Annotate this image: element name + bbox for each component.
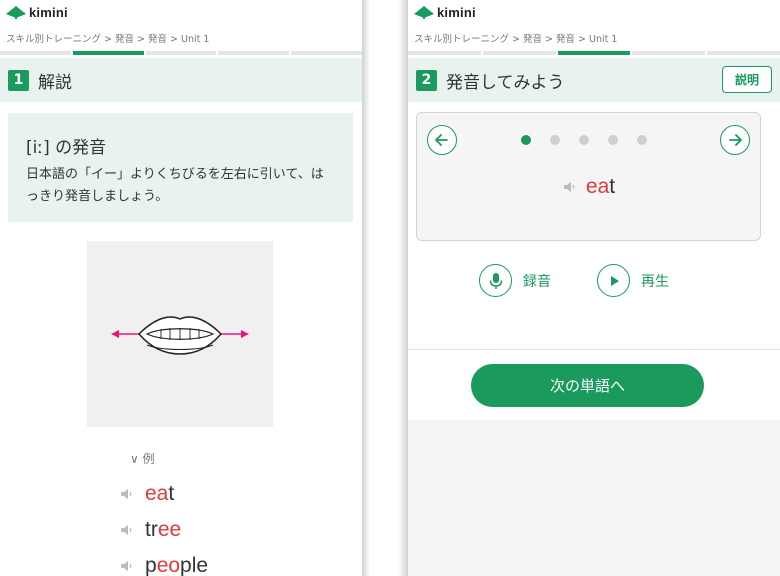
explanation-box: [iː] の発音 日本語の「イー」よりくちびるを左右に引いて、はっきり発音しまし… — [8, 113, 353, 222]
section-header: 2 発音してみよう 説明 — [408, 58, 780, 102]
section-number-badge: 1 — [8, 69, 29, 91]
progress-step — [482, 51, 556, 55]
word-pager — [521, 135, 647, 145]
progress-step — [632, 51, 706, 55]
pager-dot[interactable] — [579, 135, 589, 145]
progress-step — [291, 51, 362, 55]
progress-step — [707, 51, 780, 55]
example-word: tree — [145, 518, 182, 541]
example-word-row[interactable]: eat — [119, 482, 174, 506]
speaker-icon[interactable] — [119, 559, 133, 573]
progress-step — [408, 51, 481, 55]
kimini-mark-icon — [414, 6, 434, 19]
progress-step — [145, 51, 217, 55]
kimini-logo[interactable]: kimini — [414, 3, 476, 21]
speaker-icon[interactable] — [562, 180, 576, 194]
progress-step-active — [557, 51, 631, 55]
play-label: 再生 — [641, 273, 669, 290]
section-number-badge: 2 — [416, 69, 437, 91]
progress-step — [218, 51, 290, 55]
pager-dot[interactable] — [608, 135, 618, 145]
explanation-text: 日本語の「イー」よりくちびるを左右に引いて、はっきり発音しましょう。 — [26, 167, 324, 204]
kimini-logo[interactable]: kimini — [6, 3, 68, 21]
divider — [408, 349, 780, 350]
word-text: eat — [585, 175, 616, 198]
example-word: eat — [145, 482, 175, 505]
brand-name: kimini — [437, 4, 476, 20]
screen-shadow — [362, 0, 370, 576]
mouth-illustration — [87, 241, 273, 427]
example-word: people — [145, 554, 209, 576]
microphone-icon[interactable] — [479, 264, 512, 297]
brand-name: kimini — [29, 4, 68, 20]
step-progress — [0, 51, 362, 55]
progress-step-active — [72, 51, 144, 55]
pager-dot[interactable] — [550, 135, 560, 145]
left-screen: kimini スキル別トレーニング > 発音 > 発音 > Unit 1 1 解… — [0, 0, 362, 576]
record-control[interactable]: 録音 — [479, 264, 551, 297]
phoneme-title: [iː] の発音 — [26, 138, 107, 158]
section-header: 1 解説 — [0, 58, 362, 102]
example-word-row[interactable]: tree — [119, 518, 181, 542]
explain-button[interactable]: 説明 — [722, 66, 772, 93]
next-word-button[interactable]: 次の単語へ — [471, 364, 704, 407]
lips-icon — [111, 316, 249, 355]
section-title: 発音してみよう — [446, 72, 565, 93]
speaker-icon[interactable] — [119, 487, 133, 501]
kimini-mark-icon — [6, 6, 26, 19]
play-control[interactable]: 再生 — [597, 264, 669, 297]
word-card: eat — [416, 112, 761, 241]
progress-step — [0, 51, 71, 55]
section-title: 解説 — [38, 72, 72, 93]
play-icon[interactable] — [597, 264, 630, 297]
record-label: 録音 — [523, 273, 551, 290]
pager-dot[interactable] — [637, 135, 647, 145]
screen-shadow — [398, 0, 408, 576]
next-arrow-icon[interactable] — [720, 125, 750, 155]
example-word-row[interactable]: people — [119, 554, 208, 576]
bottom-area — [408, 420, 780, 576]
current-word: eat — [417, 175, 760, 199]
breadcrumb: スキル別トレーニング > 発音 > 発音 > Unit 1 — [6, 34, 210, 45]
examples-toggle[interactable]: ∨ 例 — [130, 450, 155, 467]
breadcrumb: スキル別トレーニング > 発音 > 発音 > Unit 1 — [414, 34, 618, 45]
pager-dot-active[interactable] — [521, 135, 531, 145]
right-screen: kimini スキル別トレーニング > 発音 > 発音 > Unit 1 2 発… — [408, 0, 780, 576]
step-progress — [408, 51, 780, 55]
speaker-icon[interactable] — [119, 523, 133, 537]
prev-arrow-icon[interactable] — [427, 125, 457, 155]
